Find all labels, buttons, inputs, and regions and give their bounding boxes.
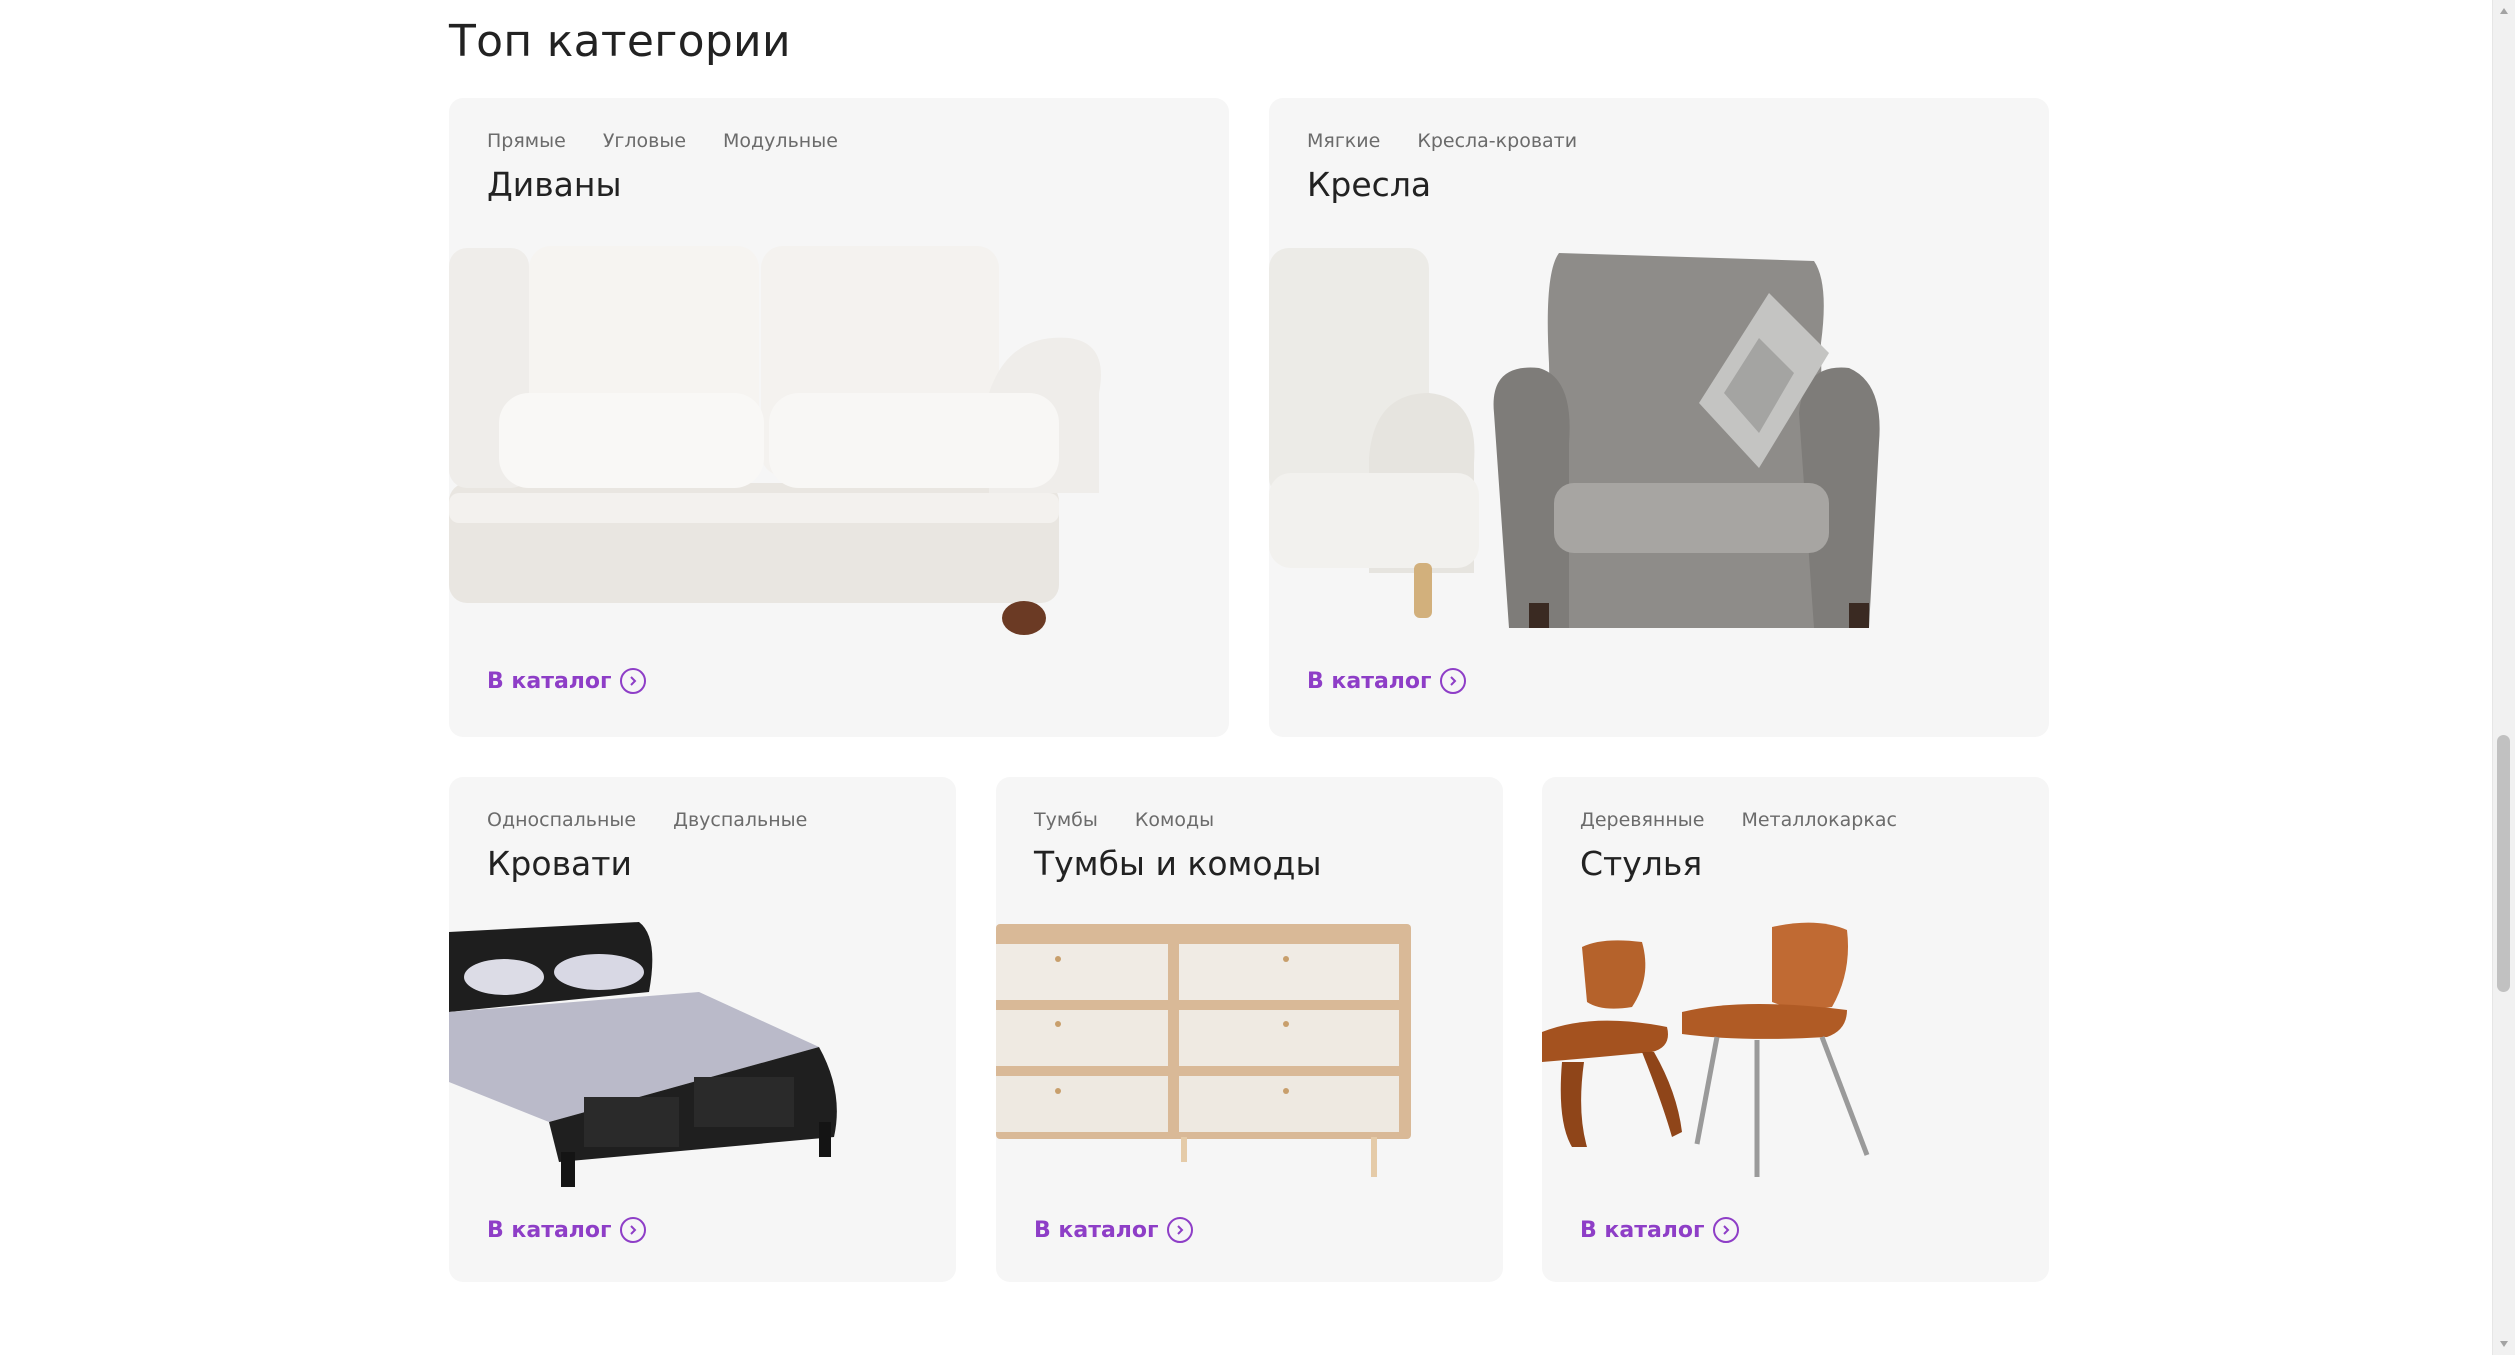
catalog-link[interactable]: В каталог [1307,668,1466,694]
chevron-right-circle-icon [619,1217,646,1243]
armchair-image [1269,248,1880,628]
tag-metal-frame[interactable]: Металлокаркас [1741,809,1896,831]
card-title[interactable]: Кровати [487,844,632,883]
chairs-image [1542,922,1870,1177]
chevron-right-circle-icon [1712,1217,1739,1243]
section-title: Топ категории [449,16,791,67]
category-card-chairs[interactable]: Деревянные Металлокаркас Стулья В катало… [1542,777,2049,1282]
tag-list: Мягкие Кресла-кровати [1307,130,1577,152]
category-card-sofas[interactable]: Прямые Угловые Модульные Диваны В катало… [449,98,1229,737]
tag-modular[interactable]: Модульные [723,130,838,152]
category-card-armchairs[interactable]: Мягкие Кресла-кровати Кресла В каталог [1269,98,2049,737]
tag-double[interactable]: Двуспальные [673,809,807,831]
catalog-link-label: В каталог [1307,668,1432,694]
bed-image [449,922,837,1187]
catalog-link[interactable]: В каталог [1034,1217,1193,1243]
tag-straight[interactable]: Прямые [487,130,566,152]
category-card-beds[interactable]: Односпальные Двуспальные Кровати В катал… [449,777,956,1282]
catalog-link[interactable]: В каталог [487,668,646,694]
tag-list: Деревянные Металлокаркас [1580,809,1897,831]
category-card-dressers[interactable]: Тумбы Комоды Тумбы и комоды В каталог [996,777,1503,1282]
tag-nightstands[interactable]: Тумбы [1034,809,1098,831]
chevron-right-circle-icon [1439,668,1466,694]
dresser-image [996,924,1411,1177]
tag-list: Односпальные Двуспальные [487,809,807,831]
catalog-link-label: В каталог [487,668,612,694]
tag-commodes[interactable]: Комоды [1135,809,1214,831]
scroll-down-arrow-icon[interactable] [2493,1333,2515,1355]
chevron-right-circle-icon [1166,1217,1193,1243]
catalog-link-label: В каталог [1580,1217,1705,1243]
catalog-link[interactable]: В каталог [1580,1217,1739,1243]
card-title[interactable]: Кресла [1307,165,1431,204]
scroll-up-arrow-icon[interactable] [2493,0,2515,22]
catalog-link[interactable]: В каталог [487,1217,646,1243]
catalog-link-label: В каталог [487,1217,612,1243]
sofa-image [449,246,1101,635]
card-title[interactable]: Тумбы и комоды [1034,844,1322,883]
tag-soft[interactable]: Мягкие [1307,130,1380,152]
tag-list: Прямые Угловые Модульные [487,130,838,152]
chevron-right-circle-icon [619,668,646,694]
card-title[interactable]: Диваны [487,165,622,204]
tag-wooden[interactable]: Деревянные [1580,809,1704,831]
tag-corner[interactable]: Угловые [603,130,686,152]
scrollbar-thumb[interactable] [2497,735,2510,992]
vertical-scrollbar[interactable] [2492,0,2515,1355]
tag-list: Тумбы Комоды [1034,809,1214,831]
tag-single[interactable]: Односпальные [487,809,636,831]
catalog-link-label: В каталог [1034,1217,1159,1243]
card-title[interactable]: Стулья [1580,844,1702,883]
tag-chair-beds[interactable]: Кресла-кровати [1417,130,1577,152]
